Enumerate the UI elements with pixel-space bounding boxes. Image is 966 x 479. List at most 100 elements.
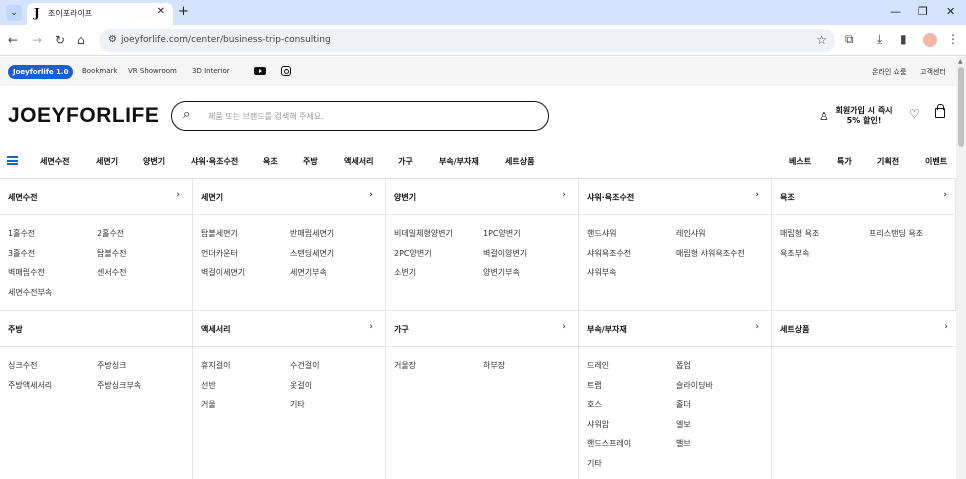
subcategory-link[interactable]: 양변기부속	[483, 267, 520, 278]
subcategory-link[interactable]: 언더카운터	[201, 248, 238, 259]
subcategory-link[interactable]: 소변기	[394, 267, 416, 278]
close-window-icon[interactable]: ✕	[946, 5, 955, 18]
address-bar[interactable]: ⚙ joeyforlife.com/center/business-trip-c…	[99, 29, 835, 52]
hamburger-menu-icon[interactable]	[7, 156, 18, 165]
subcategory-link[interactable]: 샤워암	[587, 419, 609, 430]
back-icon[interactable]: ←	[8, 33, 18, 47]
subcategory-link[interactable]: 홀더	[676, 399, 691, 410]
nav-item[interactable]: 부속/부자재	[439, 156, 479, 167]
subcategory-link[interactable]: 3홀수전	[8, 248, 35, 259]
panel-header[interactable]: 액세서리 ›	[193, 311, 385, 347]
panel-header[interactable]: 욕조 ›	[772, 179, 955, 215]
subcategory-link[interactable]: 밸브	[676, 438, 691, 449]
home-icon[interactable]: ⌂	[77, 33, 85, 47]
subcategory-link[interactable]: 탑볼수전	[97, 248, 126, 259]
instagram-icon[interactable]	[281, 66, 291, 76]
subcategory-link[interactable]: 욕조부속	[780, 248, 809, 259]
nav-item[interactable]: 양변기	[143, 156, 165, 167]
subcategory-link[interactable]: 벽매립수전	[8, 267, 45, 278]
online-showroom-link[interactable]: 온라인 쇼룸	[872, 67, 906, 77]
url-text[interactable]: joeyforlife.com/center/business-trip-con…	[121, 35, 331, 45]
signup-promo[interactable]: 회원가입 시 즉시 5% 할인!	[834, 106, 894, 126]
forward-icon[interactable]: →	[32, 33, 42, 47]
subcategory-link[interactable]: 세면수전부속	[8, 287, 52, 298]
subcategory-link[interactable]: 트랩	[587, 380, 602, 391]
panel-header[interactable]: 가구 ›	[386, 311, 578, 347]
subcategory-link[interactable]: 핸드샤워	[587, 228, 616, 239]
panel-header[interactable]: 세면수전 ›	[0, 179, 192, 215]
menu-icon[interactable]: ⋮	[947, 32, 959, 46]
scroll-thumb[interactable]	[958, 67, 964, 147]
panel-header[interactable]: 양변기 ›	[386, 179, 578, 215]
panel-header[interactable]: 부속/부자재 ›	[579, 311, 771, 347]
extensions-icon[interactable]: ⧉	[845, 32, 854, 47]
subcategory-link[interactable]: 탑볼세면기	[201, 228, 238, 239]
subcategory-link[interactable]: 폽업	[676, 360, 691, 371]
subcategory-link[interactable]: 벽걸이양변기	[483, 248, 527, 259]
subcategory-link[interactable]: 주방싱크부속	[97, 380, 141, 391]
subcategory-link[interactable]: 1홀수전	[8, 228, 35, 239]
subcategory-link[interactable]: 샤워부속	[587, 267, 616, 278]
subcategory-link[interactable]: 선반	[201, 380, 216, 391]
panel-header[interactable]: 주방	[0, 311, 192, 347]
profile-avatar[interactable]	[923, 33, 937, 47]
scroll-up-icon[interactable]: ▲	[958, 58, 963, 65]
brand-version-badge[interactable]: Joeyforlife 1.0	[8, 65, 74, 79]
download-icon[interactable]: ⤓	[877, 32, 882, 47]
subcategory-link[interactable]: 스탠딩세면기	[290, 248, 334, 259]
nav-item-deals[interactable]: 특가	[837, 156, 852, 167]
close-tab-icon[interactable]: ✕	[157, 6, 165, 17]
subcategory-link[interactable]: 슬라이딩바	[676, 380, 713, 391]
subcategory-link[interactable]: 반매립세면기	[290, 228, 334, 239]
nav-item-best[interactable]: 베스트	[789, 156, 811, 167]
panel-header[interactable]: 세면기 ›	[193, 179, 385, 215]
tab-search-icon[interactable]: ⌄	[6, 5, 22, 21]
restore-icon[interactable]: ❐	[918, 5, 928, 18]
panel-header[interactable]: 세트상품 ›	[772, 311, 956, 347]
nav-item[interactable]: 세트상품	[505, 156, 534, 167]
browser-tab[interactable]: J 조이포라이프 ✕	[27, 3, 173, 25]
subcategory-link[interactable]: 수건걸이	[290, 360, 319, 371]
subcategory-link[interactable]: 휴지걸이	[201, 360, 230, 371]
subcategory-link[interactable]: 샤워욕조수전	[587, 248, 631, 259]
search-icon[interactable]: ⌕	[183, 107, 190, 122]
vr-showroom-link[interactable]: VR Showroom	[128, 67, 177, 75]
subcategory-link[interactable]: 매립형 샤워욕조수전	[676, 248, 745, 259]
3d-interior-link[interactable]: 3D Interior	[192, 67, 230, 75]
shopping-bag-icon[interactable]	[935, 104, 945, 118]
subcategory-link[interactable]: 거울	[201, 399, 216, 410]
subcategory-link[interactable]: 핸드스프레이	[587, 438, 631, 449]
search-input[interactable]	[208, 108, 528, 124]
customer-center-link[interactable]: 고객센터	[920, 67, 946, 77]
heart-icon[interactable]: ♡	[909, 107, 920, 121]
nav-item[interactable]: 세면수전	[40, 156, 69, 167]
subcategory-link[interactable]: 주방액세서리	[8, 380, 52, 391]
subcategory-link[interactable]: 벽걸이세면기	[201, 267, 245, 278]
subcategory-link[interactable]: 옷걸이	[290, 380, 312, 391]
nav-item[interactable]: 가구	[398, 156, 413, 167]
subcategory-link[interactable]: 기타	[290, 399, 305, 410]
nav-item[interactable]: 욕조	[263, 156, 278, 167]
subcategory-link[interactable]: 비데일체형양변기	[394, 228, 453, 239]
subcategory-link[interactable]: 드레인	[587, 360, 609, 371]
minimize-icon[interactable]: —	[890, 5, 901, 18]
reload-icon[interactable]: ↻	[55, 33, 65, 47]
subcategory-link[interactable]: 세면기부속	[290, 267, 327, 278]
youtube-icon[interactable]	[254, 67, 266, 75]
site-logo[interactable]: JOEYFORLIFE	[8, 104, 159, 128]
subcategory-link[interactable]: 센서수전	[97, 267, 126, 278]
subcategory-link[interactable]: 2홀수전	[97, 228, 124, 239]
user-icon[interactable]: ♙	[819, 110, 829, 123]
subcategory-link[interactable]: 호스	[587, 399, 602, 410]
subcategory-link[interactable]: 매립형 욕조	[780, 228, 819, 239]
subcategory-link[interactable]: 1PC양변기	[483, 228, 521, 239]
subcategory-link[interactable]: 엘보	[676, 419, 691, 430]
subcategory-link[interactable]: 레인샤워	[676, 228, 705, 239]
panel-header[interactable]: 샤워·욕조수전 ›	[579, 179, 771, 215]
sidepanel-icon[interactable]: ▮	[900, 32, 907, 46]
subcategory-link[interactable]: 2PC양변기	[394, 248, 432, 259]
site-info-icon[interactable]: ⚙	[108, 34, 117, 45]
subcategory-link[interactable]: 기타	[587, 458, 602, 469]
subcategory-link[interactable]: 주방싱크	[97, 360, 126, 371]
subcategory-link[interactable]: 하부장	[483, 360, 505, 371]
